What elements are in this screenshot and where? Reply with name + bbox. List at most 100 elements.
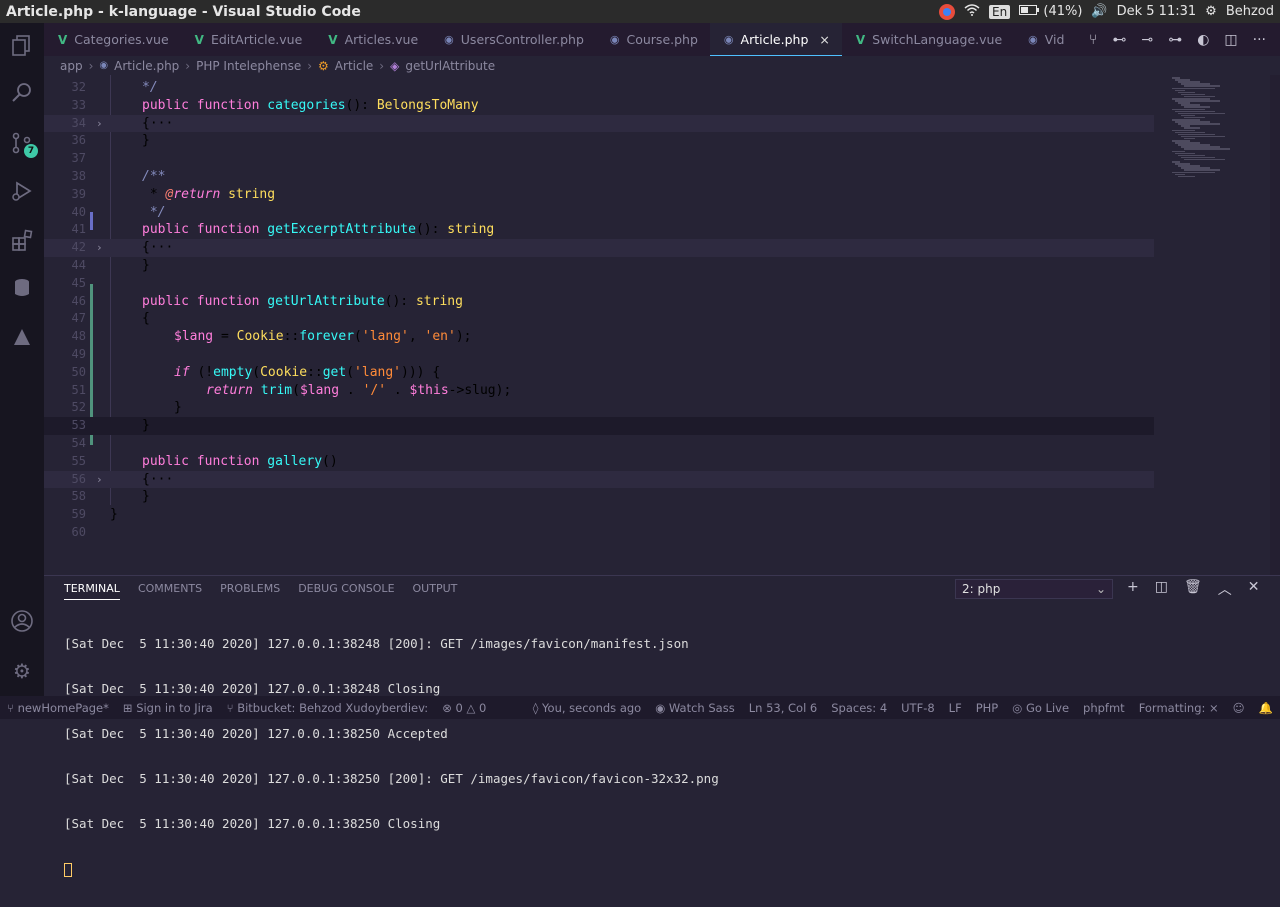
- close-tab-icon[interactable]: ×: [819, 32, 829, 47]
- source-control-icon[interactable]: 7: [10, 131, 38, 158]
- more-actions-icon[interactable]: ···: [1253, 32, 1266, 48]
- tab-articles-vue[interactable]: V Articles.vue: [314, 23, 430, 56]
- code-line[interactable]: 49: [44, 346, 1154, 364]
- code-line[interactable]: 52}: [44, 399, 1154, 417]
- language-mode[interactable]: PHP: [969, 701, 1006, 715]
- tab-course-php[interactable]: ◉ Course.php: [596, 23, 710, 56]
- new-terminal-icon[interactable]: +: [1127, 579, 1139, 599]
- fold-chevron-icon[interactable]: ›: [96, 239, 103, 257]
- tab-vid[interactable]: ◉ Vid: [1014, 23, 1070, 56]
- terminal-select[interactable]: 2: php ⌄: [955, 579, 1113, 599]
- minimap[interactable]: [1164, 75, 1280, 575]
- chrome-icon[interactable]: [939, 3, 956, 20]
- tab-switchlanguage-vue[interactable]: V SwitchLanguage.vue: [842, 23, 1014, 56]
- tab-article-php[interactable]: ◉ Article.php ×: [709, 23, 842, 56]
- breadcrumb-language[interactable]: PHP Intelephense: [196, 59, 301, 73]
- code-line[interactable]: 41 public function getExcerptAttribute():…: [44, 221, 1154, 239]
- volume-icon[interactable]: 🔊: [1091, 4, 1107, 19]
- code-line[interactable]: 34 › {···: [44, 114, 1154, 133]
- tab-editarticle-vue[interactable]: V EditArticle.vue: [181, 23, 315, 56]
- code-line[interactable]: 56 › {···: [44, 470, 1154, 489]
- code-line[interactable]: 38 /**: [44, 168, 1154, 186]
- battery-indicator[interactable]: (41%): [1019, 4, 1082, 19]
- code-line[interactable]: 44}: [44, 257, 1154, 275]
- terminal-output[interactable]: [Sat Dec 5 11:30:40 2020] 127.0.0.1:3824…: [64, 606, 719, 907]
- fold-chevron-icon[interactable]: ›: [96, 471, 103, 489]
- code-text: {: [142, 311, 150, 327]
- vertical-scrollbar[interactable]: [1270, 75, 1280, 575]
- tab-output[interactable]: OUTPUT: [413, 582, 458, 600]
- code-line[interactable]: 42 › {···: [44, 239, 1154, 257]
- feedback-icon[interactable]: ☺: [1226, 701, 1252, 715]
- tab-problems[interactable]: PROBLEMS: [220, 582, 280, 600]
- tab-comments[interactable]: COMMENTS: [138, 582, 202, 600]
- user-name[interactable]: Behzod: [1226, 4, 1274, 19]
- formatting-status[interactable]: Formatting: ×: [1132, 701, 1226, 715]
- breadcrumb-method[interactable]: getUrlAttribute: [405, 59, 495, 73]
- watch-sass-button[interactable]: ◉ Watch Sass: [648, 701, 742, 715]
- search-icon[interactable]: [10, 81, 34, 105]
- code-line[interactable]: 46 public function getUrlAttribute(): str…: [44, 293, 1154, 311]
- branch-status[interactable]: ⑂ newHomePage*: [0, 701, 116, 715]
- gear-icon[interactable]: ⚙: [1205, 4, 1217, 19]
- problems-status[interactable]: ⊗ 0 △ 0: [435, 701, 493, 715]
- run-debug-icon[interactable]: [10, 179, 34, 203]
- code-editor[interactable]: 32 */ 33 public function categories(): Belo…: [44, 75, 1280, 575]
- code-line[interactable]: 54: [44, 435, 1154, 453]
- code-line[interactable]: 40 */: [44, 204, 1154, 222]
- code-line[interactable]: 39 * @return string: [44, 186, 1154, 204]
- jira-status[interactable]: ⊞ Sign in to Jira: [116, 701, 220, 715]
- tab-categories-vue[interactable]: V Categories.vue: [44, 23, 181, 56]
- breadcrumb-class[interactable]: Article: [335, 59, 374, 73]
- fold-chevron-icon[interactable]: ›: [96, 115, 103, 133]
- phpfmt-status[interactable]: phpfmt: [1076, 701, 1132, 715]
- trash-icon[interactable]: 🗑: [1184, 579, 1202, 599]
- previous-change-icon[interactable]: ⊷: [1112, 32, 1126, 48]
- manage-gear-icon[interactable]: ⚙: [10, 659, 34, 683]
- clock[interactable]: Dek 5 11:31: [1117, 4, 1197, 19]
- code-line[interactable]: 55 public function gallery(): [44, 453, 1154, 471]
- tab-terminal[interactable]: TERMINAL: [64, 582, 120, 600]
- commit-icon[interactable]: ⊸: [1141, 32, 1153, 48]
- git-compare-icon[interactable]: ⑂: [1089, 32, 1097, 48]
- indentation-status[interactable]: Spaces: 4: [824, 701, 894, 715]
- keyboard-language[interactable]: En: [989, 4, 1011, 19]
- code-line[interactable]: 51 return trim($lang . '/' . $this->slug)…: [44, 382, 1154, 400]
- next-change-icon[interactable]: ⊶: [1168, 32, 1182, 48]
- bitbucket-icon[interactable]: [10, 325, 34, 349]
- code-line[interactable]: 45: [44, 275, 1154, 293]
- tab-debug-console[interactable]: DEBUG CONSOLE: [298, 582, 394, 600]
- code-line[interactable]: 47 {: [44, 310, 1154, 328]
- cursor-position[interactable]: Ln 53, Col 6: [742, 701, 825, 715]
- maximize-panel-icon[interactable]: ︿: [1218, 579, 1232, 599]
- code-line[interactable]: 58}: [44, 488, 1154, 506]
- split-editor-icon[interactable]: ◫: [1224, 32, 1237, 48]
- code-line[interactable]: 50 if (!empty(Cookie::get('lang'))) {: [44, 364, 1154, 382]
- wifi-icon[interactable]: [964, 3, 980, 20]
- account-icon[interactable]: [10, 609, 34, 633]
- close-panel-icon[interactable]: ✕: [1248, 579, 1260, 599]
- code-text: {···: [142, 240, 174, 256]
- code-line[interactable]: 37: [44, 150, 1154, 168]
- database-icon[interactable]: [10, 276, 34, 300]
- open-changes-icon[interactable]: ◐: [1197, 32, 1209, 48]
- split-terminal-icon[interactable]: ◫: [1155, 579, 1168, 599]
- go-live-button[interactable]: ◎ Go Live: [1005, 701, 1076, 715]
- breadcrumb-file[interactable]: Article.php: [114, 59, 179, 73]
- bell-icon[interactable]: 🔔: [1252, 701, 1280, 715]
- code-line[interactable]: 59}: [44, 506, 1154, 524]
- eol-status[interactable]: LF: [942, 701, 969, 715]
- code-line[interactable]: 48 $lang = Cookie::forever('lang', 'en');: [44, 328, 1154, 346]
- encoding-status[interactable]: UTF-8: [894, 701, 942, 715]
- code-line[interactable]: 33 public function categories(): BelongsT…: [44, 97, 1154, 115]
- code-line[interactable]: 32 */: [44, 79, 1154, 97]
- breadcrumb-app[interactable]: app: [60, 59, 83, 73]
- explorer-icon[interactable]: [10, 33, 34, 57]
- tab-userscontroller-php[interactable]: ◉ UsersController.php: [430, 23, 596, 56]
- code-line[interactable]: 53}: [44, 417, 1154, 435]
- bitbucket-status[interactable]: ⑂ Bitbucket: Behzod Xudoyberdiev:: [220, 701, 436, 715]
- code-line[interactable]: 36}: [44, 132, 1154, 150]
- code-line[interactable]: 60: [44, 524, 1154, 542]
- git-blame-status[interactable]: ◊ You, seconds ago: [526, 701, 649, 715]
- extensions-icon[interactable]: [10, 228, 34, 252]
